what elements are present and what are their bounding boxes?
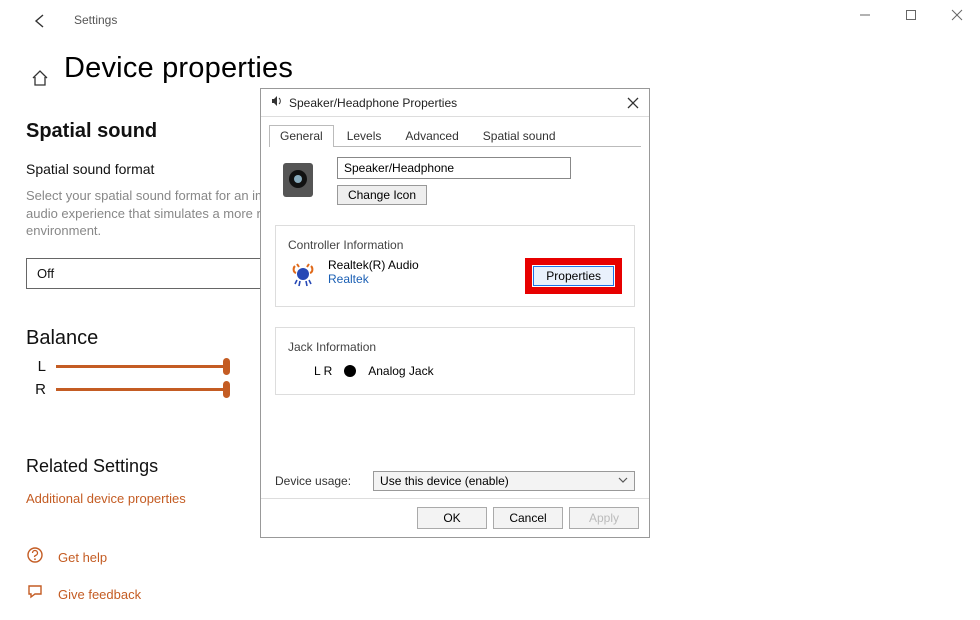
device-usage-value: Use this device (enable) xyxy=(380,474,509,488)
chevron-down-icon xyxy=(618,474,628,488)
balance-left-label: L xyxy=(26,358,46,375)
jack-section-label: Jack Information xyxy=(284,340,380,354)
controller-name: Realtek(R) Audio xyxy=(328,258,419,272)
jack-channels: L R xyxy=(314,364,332,378)
controller-properties-button[interactable]: Properties xyxy=(533,266,614,286)
get-help-link[interactable]: Get help xyxy=(58,550,107,565)
controller-vendor-link[interactable]: Realtek xyxy=(328,272,419,286)
minimize-button[interactable] xyxy=(842,0,888,30)
highlight-box: Properties xyxy=(525,258,622,294)
controller-section-label: Controller Information xyxy=(284,238,407,252)
dialog-title: Speaker/Headphone Properties xyxy=(289,96,457,110)
apply-button[interactable]: Apply xyxy=(569,507,639,529)
change-icon-button[interactable]: Change Icon xyxy=(337,185,427,205)
properties-dialog: Speaker/Headphone Properties General Lev… xyxy=(260,88,650,538)
slider-thumb-icon[interactable] xyxy=(223,358,230,375)
balance-left-slider[interactable] xyxy=(56,365,226,368)
tab-levels[interactable]: Levels xyxy=(336,125,393,147)
slider-thumb-icon[interactable] xyxy=(223,381,230,398)
cancel-button[interactable]: Cancel xyxy=(493,507,563,529)
speaker-icon xyxy=(269,94,283,111)
give-feedback-link[interactable]: Give feedback xyxy=(58,587,141,602)
device-speaker-icon xyxy=(275,157,321,203)
dialog-tabs: General Levels Advanced Spatial sound xyxy=(269,124,641,147)
tab-general[interactable]: General xyxy=(269,125,334,147)
feedback-icon xyxy=(26,583,44,606)
device-usage-select[interactable]: Use this device (enable) xyxy=(373,471,635,491)
jack-color-icon xyxy=(344,365,356,377)
device-name-input[interactable] xyxy=(337,157,571,179)
breadcrumb: Settings xyxy=(74,13,117,27)
back-button[interactable] xyxy=(32,12,50,35)
dialog-close-button[interactable] xyxy=(621,92,645,114)
ok-button[interactable]: OK xyxy=(417,507,487,529)
device-usage-label: Device usage: xyxy=(275,474,351,488)
close-button[interactable] xyxy=(934,0,980,30)
page-title: Device properties xyxy=(64,52,293,85)
balance-right-label: R xyxy=(26,381,46,398)
help-icon xyxy=(26,546,44,569)
jack-label: Analog Jack xyxy=(368,364,433,378)
home-icon xyxy=(30,68,50,93)
maximize-button[interactable] xyxy=(888,0,934,30)
realtek-icon xyxy=(288,258,318,288)
balance-right-slider[interactable] xyxy=(56,388,226,391)
tab-spatial[interactable]: Spatial sound xyxy=(472,125,567,147)
tab-advanced[interactable]: Advanced xyxy=(394,125,469,147)
